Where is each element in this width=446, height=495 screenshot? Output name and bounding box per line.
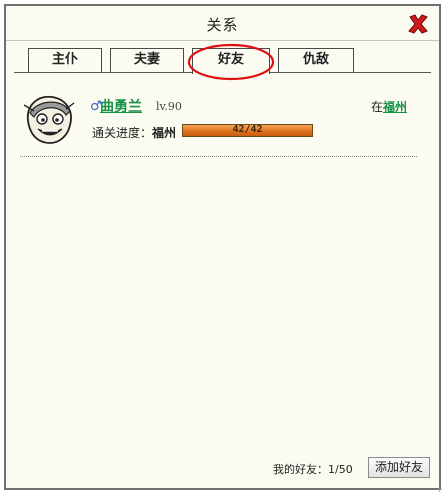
- tab-label: 主仆: [51, 52, 78, 67]
- friend-count: 我的好友：1/50: [273, 463, 353, 476]
- tab-master-servant[interactable]: 主仆: [28, 48, 102, 72]
- progress-text: 42/42: [232, 124, 263, 135]
- relations-window: 关系 主仆 夫妻 好友 仇敌 ♂ 曲勇兰 lv.90 在福州 通关进度：福州 4…: [4, 4, 441, 490]
- tab-enemies[interactable]: 仇敌: [278, 48, 354, 72]
- resize-grip-icon[interactable]: +: [436, 485, 444, 494]
- friend-location: 在福州: [371, 98, 407, 115]
- progress-label-text: 通关进度：: [92, 126, 153, 140]
- friend-level: lv.90: [156, 100, 182, 113]
- location-link[interactable]: 福州: [383, 100, 407, 114]
- tab-label: 好友: [217, 52, 244, 67]
- window-title: 关系: [206, 16, 239, 34]
- add-friend-button[interactable]: 添加好友: [368, 457, 430, 478]
- friend-name-link[interactable]: 曲勇兰: [100, 96, 142, 116]
- progress-city: 福州: [152, 126, 177, 140]
- tab-label: 仇敌: [302, 52, 329, 67]
- location-prefix: 在: [370, 100, 383, 114]
- close-icon[interactable]: [407, 13, 429, 35]
- tab-label: 夫妻: [133, 52, 160, 67]
- tab-spouse[interactable]: 夫妻: [110, 48, 184, 72]
- clear-progress-bar: 42/42: [182, 124, 313, 137]
- title-bar: 关系: [6, 6, 439, 41]
- tab-friends[interactable]: 好友: [192, 48, 270, 74]
- friend-list-item[interactable]: ♂ 曲勇兰 lv.90 在福州 通关进度：福州 42/42: [20, 90, 417, 157]
- progress-label: 通关进度：福州: [92, 124, 176, 141]
- avatar[interactable]: [20, 91, 76, 147]
